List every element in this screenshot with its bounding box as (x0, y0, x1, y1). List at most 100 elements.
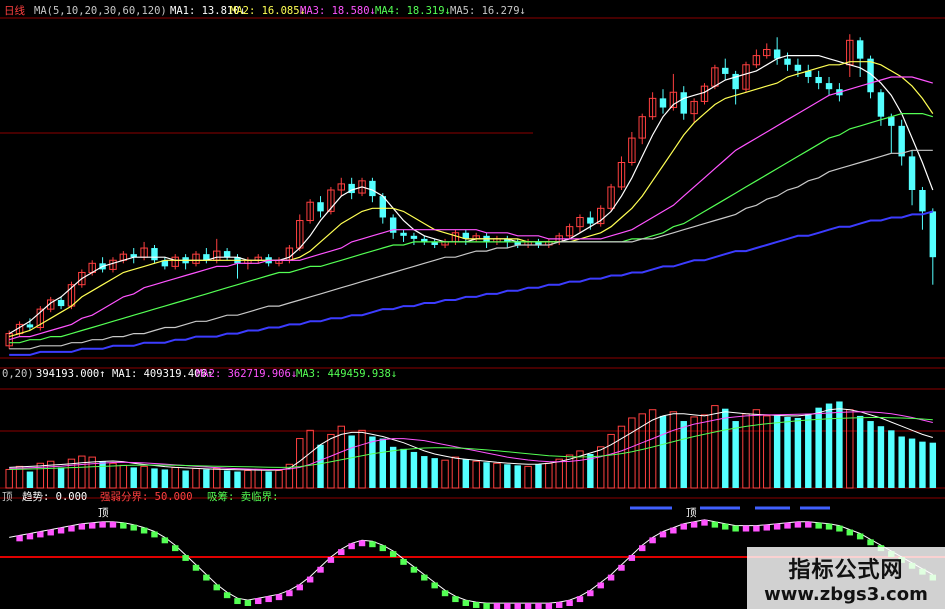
trend-bar (846, 529, 854, 536)
trend-bar (462, 600, 470, 606)
trend-bar (597, 582, 604, 589)
trend-bar (379, 545, 387, 552)
trend-bar (535, 603, 542, 609)
vol-ma2-readout: MA2: 362719.906↓ (196, 368, 297, 380)
trend-bar (400, 558, 407, 565)
candle-down (659, 98, 667, 108)
candle-down (587, 217, 594, 224)
candle-down (151, 248, 158, 261)
volume-bar-down (773, 414, 781, 488)
volume-bar-down (877, 426, 885, 488)
volume-readout: 394193.000↑ (36, 368, 106, 380)
trend-bar (338, 549, 345, 556)
volume-bar-down (504, 464, 511, 488)
volume-bar-down (431, 458, 438, 488)
trend-bar (99, 521, 106, 528)
trend-bar (680, 523, 687, 530)
trend-bar (794, 521, 802, 528)
trend-bar (348, 543, 355, 550)
trend-bar (867, 539, 874, 546)
watermark: 指标公式网 www.zbgs3.com (747, 547, 945, 609)
volume-bar-up (5, 468, 13, 489)
volume-bar-down (265, 471, 272, 488)
candle-down (815, 76, 822, 84)
volume-bar-up (669, 411, 678, 489)
trend-bar (172, 545, 179, 552)
candle-down (898, 125, 905, 157)
volume-bar-down (410, 451, 418, 488)
trend-bar (275, 594, 283, 601)
volume-indicator-label: 0,20) (2, 368, 34, 380)
ma-indicator-label: MA(5,10,20,30,60,120) (34, 5, 167, 17)
volume-bar-down (223, 470, 231, 488)
candle-down (369, 180, 376, 197)
trend-bar (223, 592, 231, 599)
trend-bar (805, 521, 812, 528)
trend-bar (265, 596, 272, 603)
trend-bar (234, 598, 241, 605)
volume-bar-down (888, 430, 895, 488)
trend-bar (504, 603, 511, 609)
volume-bar-up (607, 433, 615, 489)
volume-bar-up (275, 469, 283, 489)
volume-bar-down (680, 421, 687, 488)
trend-bar (286, 590, 293, 597)
volume-bar-up (597, 446, 605, 489)
trend-bar (203, 574, 210, 581)
volume-bar-up (763, 415, 771, 489)
volume-bar-up (742, 413, 750, 489)
volume-bar-up (254, 468, 262, 489)
trend-bar (37, 531, 44, 538)
volume-bar-down (919, 441, 926, 488)
volume-bar-down (182, 470, 189, 488)
trend-bar (545, 603, 553, 609)
trend-bar (192, 564, 200, 571)
period-label: 日线 (4, 4, 25, 17)
trend-bar (410, 566, 418, 573)
volume-bar-down (805, 413, 812, 488)
volume-bar-down (130, 467, 137, 488)
volume-bar-up (617, 425, 626, 489)
volume-bar-down (825, 403, 833, 488)
volume-bar-down (867, 421, 874, 488)
trend-bar (389, 551, 397, 557)
candle-down (877, 92, 885, 117)
trend-bar (670, 527, 677, 534)
trend-bar (690, 521, 698, 528)
candle-down (317, 202, 324, 212)
trend-bar (618, 564, 625, 571)
trend-bar (472, 602, 480, 608)
volume-bar-down (99, 461, 106, 488)
volume-bar-up (109, 462, 117, 489)
volume-bar-down (151, 468, 158, 488)
volume-bar-down (369, 436, 376, 488)
trend-bar (742, 525, 750, 532)
volume-ma3-line (9, 417, 933, 470)
volume-ma2-line (9, 411, 933, 470)
volume-bar-down (203, 469, 210, 488)
trend-bar (784, 522, 791, 529)
trend-bar (327, 557, 335, 563)
indicator-name-label: 顶 (2, 491, 13, 503)
top-signal-2: 顶 (686, 507, 697, 519)
trend-bar (524, 603, 532, 609)
trend-bar (576, 596, 584, 603)
volume-bar-up (244, 469, 252, 489)
candles-group (5, 34, 937, 349)
vol-ma3-readout: MA3: 449459.938↓ (296, 368, 397, 380)
candle-down (888, 116, 895, 126)
watermark-url: www.zbgs3.com (764, 583, 928, 605)
candle-down (680, 92, 687, 114)
trend-bar (161, 537, 169, 544)
volume-bar-down (836, 401, 843, 488)
ma-line-ma30 (9, 113, 933, 344)
trend-bar (16, 535, 23, 542)
trend-bar (130, 524, 137, 531)
ma-line-ma120 (9, 210, 934, 356)
trend-bar (109, 521, 117, 528)
trend-bar (773, 523, 781, 530)
top-signal-1: 顶 (98, 507, 109, 519)
trend-bar (317, 566, 324, 573)
ma-line-ma20 (9, 76, 933, 341)
trend-bar (68, 525, 75, 532)
